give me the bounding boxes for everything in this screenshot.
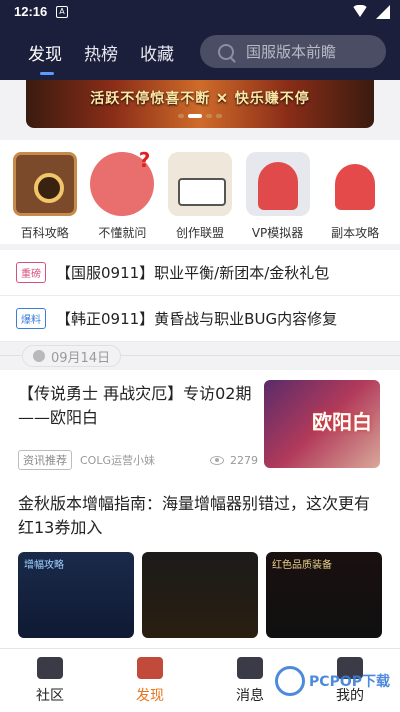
article-image: 增幅攻略 [18,552,134,638]
article-title: 金秋版本增幅指南：海量增幅器别错过，这次更有红13券加入 [18,494,371,537]
banner-pagination [26,114,374,118]
news-tag-leak: 爆料 [16,308,46,329]
quick-link-vp-simulator[interactable]: VP模拟器 [243,152,313,244]
tab-hot-list[interactable]: 热榜 [84,40,118,75]
article-author: COLG运营小妹 [80,454,155,467]
status-time: 12:16 [14,4,48,19]
signal-icon [376,5,390,19]
article-card[interactable]: 金秋版本增幅指南：海量增幅器别错过，这次更有红13券加入 增幅攻略 红色品质装备 [0,480,400,648]
news-text: 【国服0911】职业平衡/新团本/金秋礼包 [56,264,330,282]
banner-area: 活跃不停惊喜不断 ✕ 快乐赚不停 [0,80,400,140]
banner-dot-active [188,114,202,118]
article-image: 红色品质装备 [266,552,382,638]
date-divider: 09月14日 [0,342,400,370]
news-tag-major: 重磅 [16,262,46,283]
quick-link-dungeon[interactable]: 副本攻略 [320,152,390,244]
date-label: 09月14日 [51,350,111,366]
encyclopedia-book-icon [12,152,77,216]
news-item[interactable]: 重磅 【国服0911】职业平衡/新团本/金秋礼包 [0,250,400,296]
top-header: 12:16 A 发现 热榜 收藏 国服版本前瞻 [0,0,400,80]
article-title: 【传说勇士 再战灾厄】专访02期——欧阳白 [18,384,252,427]
search-icon [218,43,234,60]
community-icon [37,657,63,679]
article-views: 2279 [230,453,258,467]
notification-icon: A [56,6,68,18]
watermark-text: PCPOP下载 [309,674,390,690]
clock-icon [33,350,45,362]
status-indicators [352,5,390,19]
headline-news: 重磅 【国服0911】职业平衡/新团本/金秋礼包 爆料 【韩正0911】黄昏战与… [0,250,400,342]
banner-dot [178,114,184,118]
banner-dot [216,114,222,118]
app-screen: 12:16 A 发现 热榜 收藏 国服版本前瞻 活跃不停惊喜不断 ✕ 快乐赚不停 [0,0,400,712]
tab-favorites[interactable]: 收藏 [140,40,174,75]
quick-link-creator[interactable]: 创作联盟 [165,152,235,244]
quick-link-label: 不懂就问 [98,226,147,240]
vp-simulator-icon [245,152,310,216]
wifi-icon [352,5,368,17]
quick-link-label: 副本攻略 [331,226,380,240]
article-image [142,552,258,638]
news-item[interactable]: 爆料 【韩正0911】黄昏战与职业BUG内容修复 [0,296,400,342]
article-meta: 资讯推荐 COLG运营小妹 2279 [18,450,258,470]
quick-link-label: 百科攻略 [20,226,69,240]
search-placeholder: 国服版本前瞻 [246,43,337,61]
quick-link-label: VP模拟器 [251,226,304,240]
eye-icon [210,455,224,465]
watermark: PCPOP下载 [275,666,390,696]
article-card[interactable]: 【传说勇士 再战灾厄】专访02期——欧阳白 资讯推荐 COLG运营小妹 2279… [0,370,400,480]
news-text: 【韩正0911】黄昏战与职业BUG内容修复 [56,310,338,328]
nav-discover[interactable]: 发现 [100,649,200,712]
date-chip: 09月14日 [22,345,122,367]
watermark-logo-icon [275,666,306,696]
quill-book-icon [167,152,232,216]
article-badge: 资讯推荐 [18,450,72,470]
promo-banner[interactable]: 活跃不停惊喜不断 ✕ 快乐赚不停 [26,80,374,128]
thumbnail-text: 欧阳白 [312,410,372,434]
nav-label: 社区 [36,688,64,704]
article-thumbnail: 欧阳白 [264,380,380,468]
top-tabs: 发现 热榜 收藏 [28,40,174,75]
quick-link-label: 创作联盟 [175,226,224,240]
quick-link-ask[interactable]: 不懂就问 [87,148,157,244]
quick-links: 百科攻略 不懂就问 创作联盟 VP模拟器 副本攻略 [0,140,400,244]
image-caption: 增幅攻略 [24,560,64,571]
banner-text: 活跃不停惊喜不断 ✕ 快乐赚不停 [90,91,310,107]
messages-icon [237,657,263,679]
image-caption: 红色品质装备 [272,560,332,571]
nav-community[interactable]: 社区 [0,649,100,712]
discover-icon [137,657,163,679]
ask-question-icon [90,148,155,216]
status-bar: 12:16 A [0,0,400,24]
dungeon-guide-icon [323,152,388,216]
banner-dot [206,114,212,118]
quick-link-encyclopedia[interactable]: 百科攻略 [10,152,80,244]
article-images: 增幅攻略 红色品质装备 [18,552,382,638]
nav-label: 发现 [136,688,164,704]
search-input[interactable]: 国服版本前瞻 [200,35,386,68]
tab-discover[interactable]: 发现 [28,40,62,75]
